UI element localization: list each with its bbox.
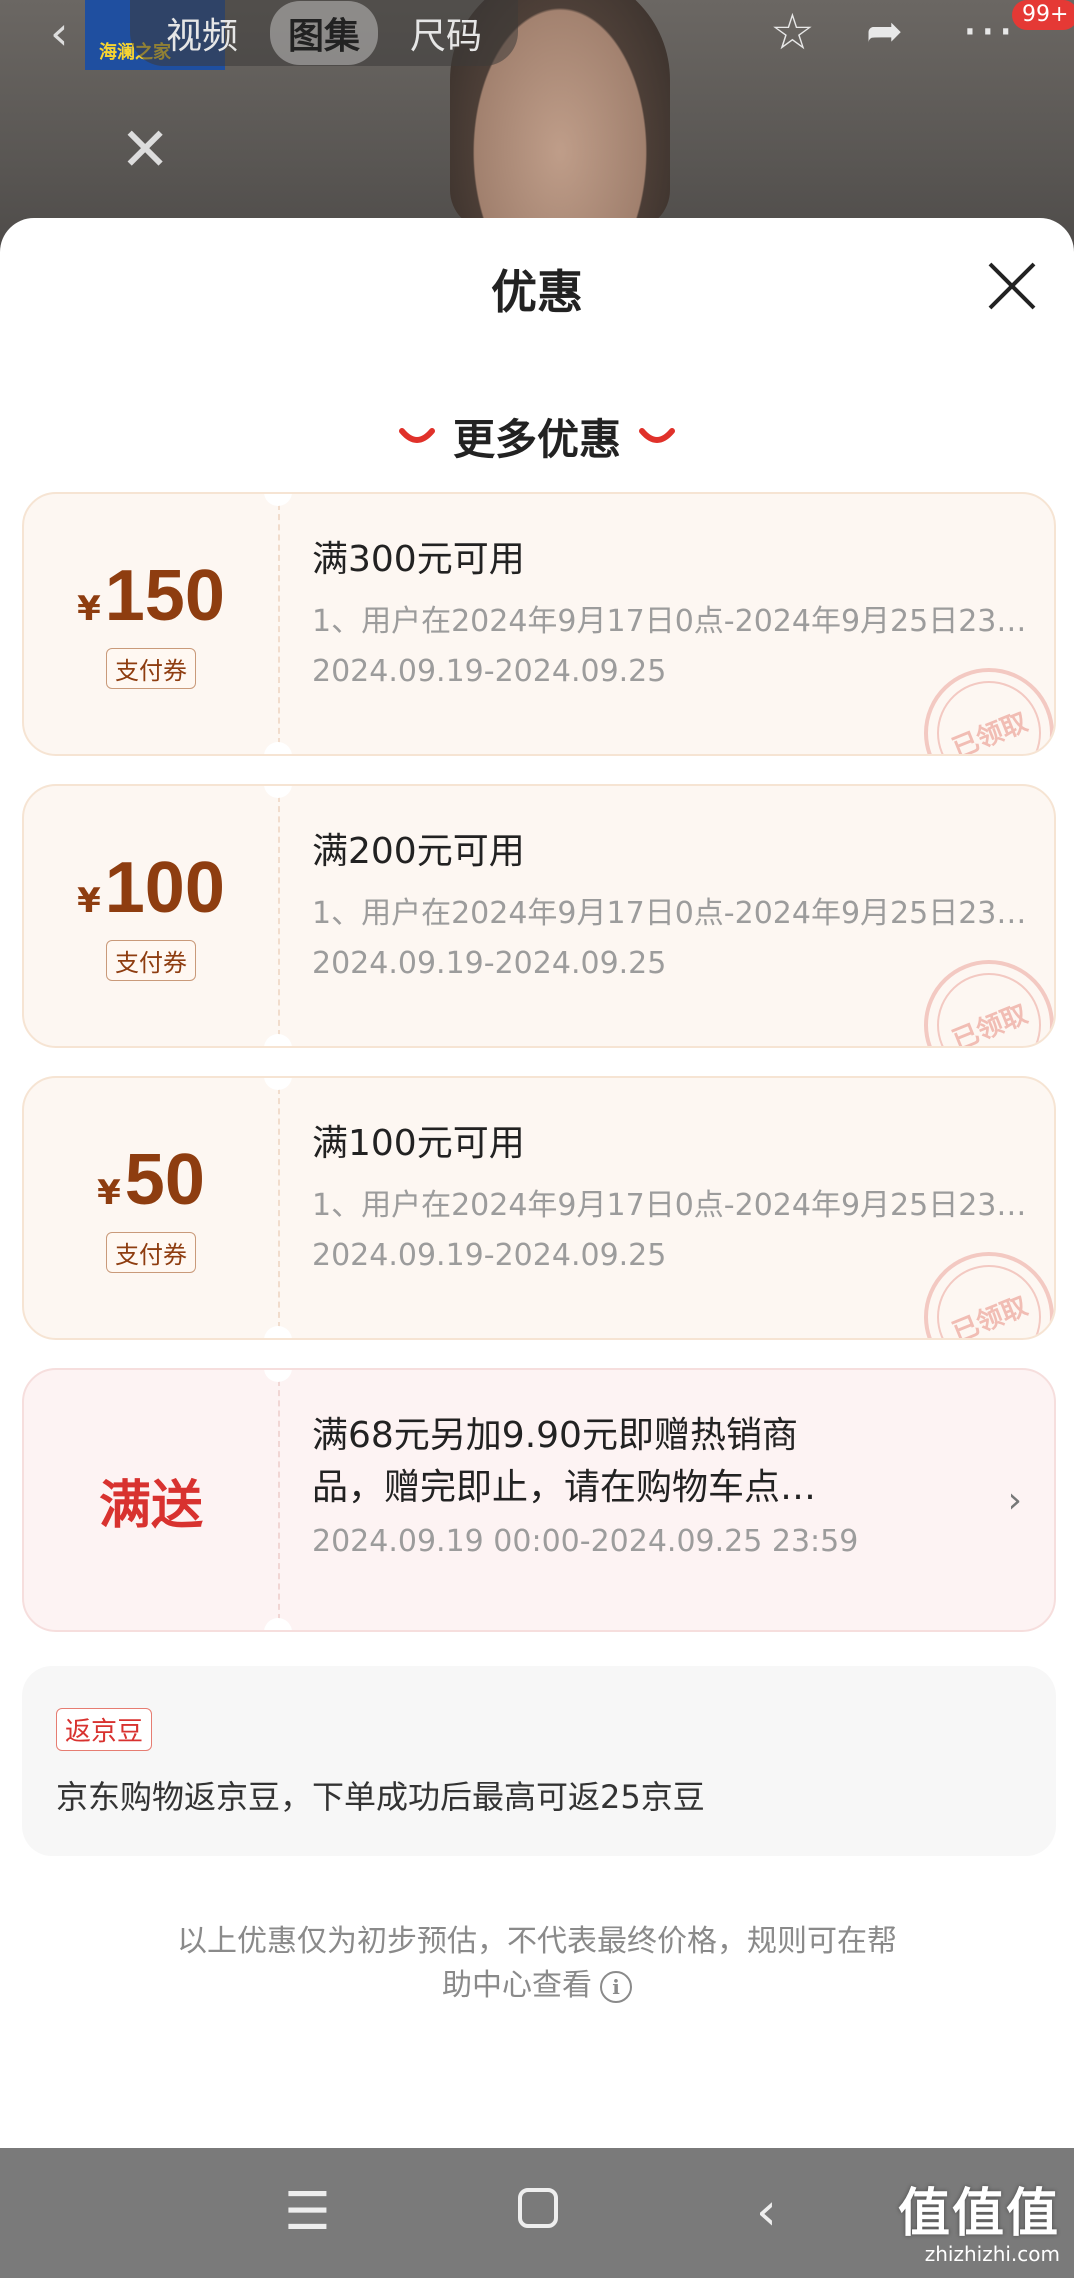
divider <box>278 1088 280 1328</box>
tab-video[interactable]: 视频 <box>148 1 256 65</box>
coupon-description: 1、用户在2024年9月17日0点-2024年9月25日23点59分期间 <box>312 604 1032 639</box>
jingdou-text: 京东购物返京豆，下单成功后最高可返25京豆 <box>56 1778 705 1816</box>
notification-badge: 99+ <box>1012 0 1074 30</box>
amount-value: 50 <box>124 1139 205 1220</box>
gift-description-line-1: 满68元另加9.90元即赠热销商 <box>312 1415 798 1456</box>
currency-symbol: ¥ <box>77 880 101 921</box>
gift-description-line-2: 品，赠完即止，请在购物车点… <box>312 1467 817 1508</box>
smile-decoration-icon <box>398 427 435 443</box>
divider <box>278 1380 280 1620</box>
tab-gallery[interactable]: 图集 <box>270 1 379 65</box>
info-icon[interactable]: i <box>600 1970 632 2003</box>
sheet-title: 优惠 <box>491 265 583 319</box>
jingdou-rebate: 返京豆 京东购物返京豆，下单成功后最高可返25京豆 <box>22 1666 1056 1856</box>
coupon-condition: 满200元可用 <box>312 831 525 872</box>
home-icon[interactable] <box>516 2186 560 2230</box>
coupon-amount: ¥ 150 <box>77 560 225 632</box>
coupon-card[interactable]: ¥ 100 支付券 满200元可用 1、用户在2024年9月17日0点-2024… <box>22 784 1056 1048</box>
coupon-condition: 满300元可用 <box>312 539 525 580</box>
close-icon[interactable]: ✕ <box>120 120 170 180</box>
disclaimer: 以上优惠仅为初步预估，不代表最终价格，规则可在帮 助中心查看 i <box>120 1920 954 2008</box>
back-arrow-icon[interactable]: ‹ <box>50 10 68 56</box>
media-tabs: 视频 图集 尺码 <box>130 0 519 66</box>
coupon-value: ¥ 100 支付券 <box>24 786 278 1046</box>
section-heading: 更多优惠 <box>0 406 1074 467</box>
discount-sheet: 优惠 更多优惠 ¥ 150 支付券 满300元可用 1、用户在2024年9月17… <box>0 218 1074 2148</box>
coupon-validity: 2024.09.19-2024.09.25 <box>312 654 667 689</box>
coupon-card[interactable]: ¥ 50 支付券 满100元可用 1、用户在2024年9月17日0点-2024年… <box>22 1076 1056 1340</box>
divider <box>278 504 280 744</box>
coupon-validity: 2024.09.19-2024.09.25 <box>312 1238 667 1273</box>
gift-promo-card[interactable]: 满送 满68元另加9.90元即赠热销商 品，赠完即止，请在购物车点… 2024.… <box>22 1368 1056 1632</box>
coupon-description: 1、用户在2024年9月17日0点-2024年9月25日23点59分期间 <box>312 1188 1032 1223</box>
coupon-value: ¥ 150 支付券 <box>24 494 278 754</box>
star-icon[interactable]: ☆ <box>770 4 815 60</box>
tab-size[interactable]: 尺码 <box>392 1 500 65</box>
menu-icon[interactable]: ☰ <box>284 2182 331 2242</box>
section-heading-text: 更多优惠 <box>452 415 621 464</box>
back-icon[interactable]: ‹ <box>756 2182 777 2242</box>
currency-symbol: ¥ <box>97 1172 121 1213</box>
system-nav-bar: ☰ ‹ 值值值 zhizhizhi.com <box>0 2148 1074 2278</box>
watermark-logo: 值值值 <box>897 2184 1060 2244</box>
disclaimer-line-2[interactable]: 助中心查看 <box>442 1968 592 2003</box>
coupon-amount: ¥ 50 <box>97 1144 205 1216</box>
gift-validity: 2024.09.19 00:00-2024.09.25 23:59 <box>312 1524 859 1559</box>
coupon-card[interactable]: ¥ 150 支付券 满300元可用 1、用户在2024年9月17日0点-2024… <box>22 492 1056 756</box>
coupon-type-tag: 支付券 <box>106 939 196 981</box>
coupon-validity: 2024.09.19-2024.09.25 <box>312 946 667 981</box>
jingdou-tag: 返京豆 <box>56 1708 153 1751</box>
coupon-amount: ¥ 100 <box>77 852 225 924</box>
disclaimer-line-1: 以上优惠仅为初步预估，不代表最终价格，规则可在帮 <box>177 1924 897 1959</box>
currency-symbol: ¥ <box>77 588 101 629</box>
chevron-right-icon[interactable]: › <box>1008 1480 1022 1521</box>
coupon-description: 1、用户在2024年9月17日0点-2024年9月25日23点59分期间 <box>312 896 1032 931</box>
smile-decoration-icon <box>639 427 675 443</box>
gift-label: 满送 <box>98 1475 203 1536</box>
coupon-condition: 满100元可用 <box>312 1123 525 1164</box>
close-icon[interactable] <box>984 258 1040 314</box>
coupon-type-tag: 支付券 <box>106 647 196 689</box>
coupon-type-tag: 支付券 <box>106 1231 196 1273</box>
watermark: 值值值 zhizhizhi.com <box>898 2171 1060 2266</box>
amount-value: 100 <box>104 847 225 928</box>
promo-type: 满送 <box>24 1370 278 1630</box>
more-icon[interactable]: ··· <box>962 4 1016 60</box>
divider <box>278 796 280 1036</box>
amount-value: 150 <box>104 555 225 636</box>
share-icon[interactable]: ➦ <box>866 4 903 60</box>
coupon-value: ¥ 50 支付券 <box>24 1078 278 1338</box>
